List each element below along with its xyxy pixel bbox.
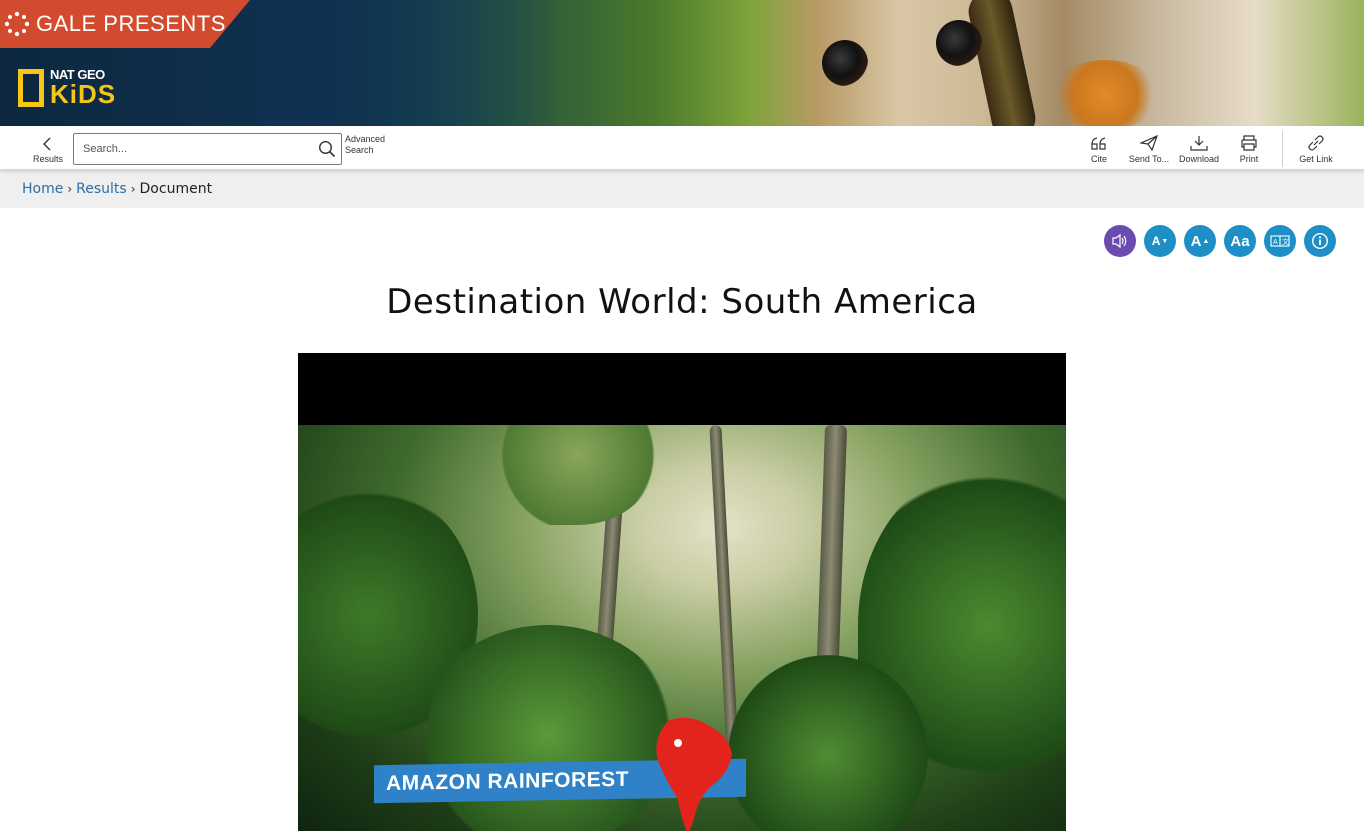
quote-icon	[1091, 137, 1106, 150]
download-icon	[1190, 136, 1208, 151]
increase-font-icon: A	[1190, 232, 1202, 250]
back-to-results-button[interactable]: Results	[28, 126, 68, 170]
download-label: Download	[1178, 154, 1220, 164]
advanced-line2: Search	[345, 145, 374, 155]
printer-icon	[1241, 135, 1257, 151]
send-to-label: Send To...	[1128, 154, 1170, 164]
print-button[interactable]: Print	[1228, 126, 1270, 170]
breadcrumb-separator: ›	[130, 182, 136, 196]
monkey-paw	[1050, 60, 1160, 126]
accessibility-toolbar: A ▼ A ▲ Aa A文	[1104, 225, 1336, 257]
decrease-font-button[interactable]: A ▼	[1144, 225, 1176, 257]
banner-vine	[964, 0, 1040, 126]
search-icon[interactable]	[318, 140, 336, 163]
decrease-font-icon: A	[1151, 234, 1161, 248]
location-label-text: AMAZON RAINFOREST	[386, 767, 629, 796]
gale-burst-icon	[4, 11, 30, 37]
video-frame: AMAZON RAINFOREST	[298, 425, 1066, 831]
video-player[interactable]: AMAZON RAINFOREST	[298, 353, 1066, 831]
info-button[interactable]	[1304, 225, 1336, 257]
breadcrumb-separator: ›	[67, 182, 73, 196]
advanced-line1: Advanced	[345, 134, 386, 144]
logo-line2: KiDS	[50, 79, 117, 109]
monkey-eye	[936, 20, 982, 66]
get-link-button[interactable]: Get Link	[1294, 126, 1338, 170]
monkey-eye	[822, 40, 868, 86]
gale-presents-text: GALE PRESENTS	[36, 11, 226, 36]
cite-button[interactable]: Cite	[1079, 126, 1119, 170]
breadcrumb-current: Document	[139, 181, 213, 197]
increase-font-button[interactable]: A ▲	[1184, 225, 1216, 257]
breadcrumb: Home › Results › Document	[0, 170, 1364, 208]
font-style-button[interactable]: Aa	[1224, 225, 1256, 257]
paper-plane-icon	[1140, 135, 1158, 151]
south-america-map-icon	[656, 717, 732, 831]
search-input[interactable]	[74, 134, 314, 164]
gale-presents-tag: GALE PRESENTS	[0, 0, 250, 48]
document-title: Destination World: South America	[386, 282, 978, 322]
get-link-label: Get Link	[1299, 154, 1333, 164]
download-button[interactable]: Download	[1176, 126, 1222, 170]
info-icon	[1311, 232, 1329, 250]
translate-icon: A文	[1270, 235, 1290, 247]
send-to-button[interactable]: Send To...	[1126, 126, 1172, 170]
natgeo-kids-logo[interactable]: NAT GEO KiDS	[18, 68, 116, 107]
translate-button[interactable]: A文	[1264, 225, 1296, 257]
print-label: Print	[1239, 154, 1259, 164]
font-style-icon: Aa	[1230, 232, 1250, 250]
advanced-search-link[interactable]: Advanced Search	[345, 134, 385, 156]
svg-text:A: A	[1273, 239, 1278, 246]
chevron-left-icon	[43, 137, 51, 151]
svg-text:文: 文	[1282, 237, 1289, 246]
listen-button[interactable]	[1104, 225, 1136, 257]
back-label: Results	[32, 154, 63, 164]
speaker-icon	[1112, 233, 1127, 249]
link-icon	[1308, 135, 1324, 151]
breadcrumb-home[interactable]: Home	[22, 181, 63, 197]
document-toolbar: Results Advanced Search Cite Send To... …	[0, 126, 1364, 170]
site-banner: GALE PRESENTS NAT GEO KiDS	[0, 0, 1364, 126]
breadcrumb-results[interactable]: Results	[76, 181, 127, 197]
cite-label: Cite	[1090, 154, 1107, 164]
natgeo-frame-icon	[18, 68, 44, 107]
toolbar-divider	[1282, 131, 1283, 167]
search-box	[73, 133, 342, 165]
